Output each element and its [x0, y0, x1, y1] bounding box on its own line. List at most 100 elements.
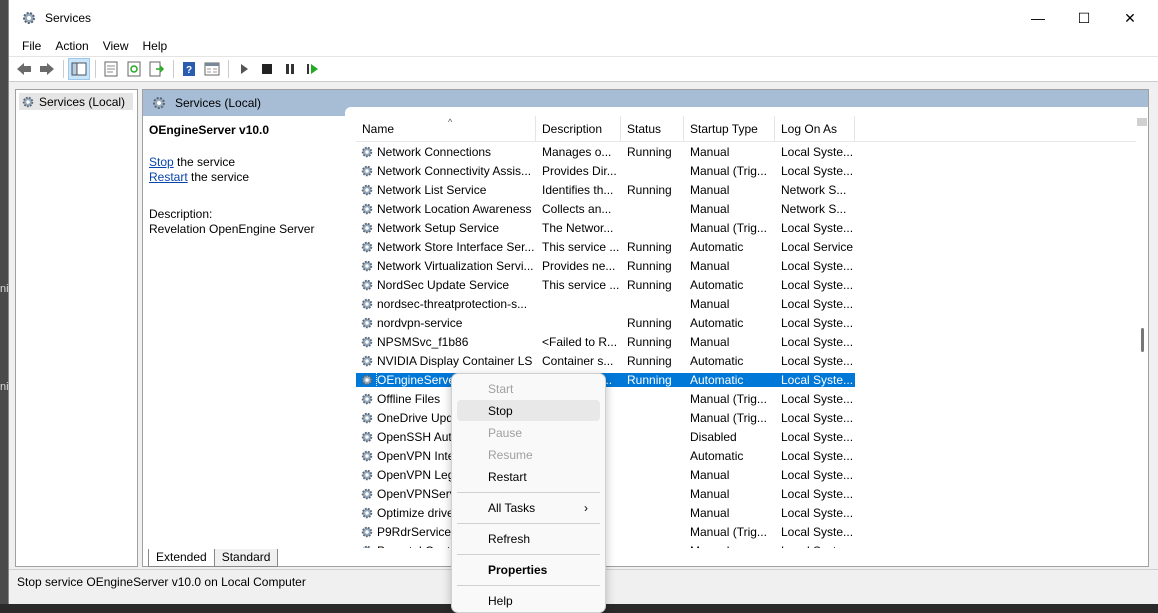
- service-gear-icon: [361, 336, 373, 347]
- service-name: Network Store Interface Ser...: [356, 240, 536, 254]
- start-icon[interactable]: [233, 58, 255, 80]
- maximize-button[interactable]: ☐: [1061, 0, 1107, 36]
- service-startup-type: Manual (Trig...: [690, 163, 767, 178]
- stop-icon[interactable]: [256, 58, 278, 80]
- scroll-up-icon[interactable]: [1137, 118, 1147, 126]
- service-gear-icon: [361, 431, 373, 442]
- service-name-label: Network Connections: [377, 144, 492, 159]
- table-row[interactable]: NordSec Update Service This service ... Ru…: [356, 275, 855, 294]
- service-gear-icon: [361, 165, 373, 176]
- menu-item-all-tasks-label: All Tasks: [488, 500, 536, 515]
- service-description-cell: Identifies th...: [542, 182, 614, 197]
- service-description-cell: This service ...: [542, 277, 620, 292]
- table-row[interactable]: Network Connections Manages o... Running Ma…: [356, 142, 855, 161]
- table-row[interactable]: Network Virtualization Servi... Provides …: [356, 256, 855, 275]
- service-log-on-as: Local Syste...: [775, 372, 855, 387]
- forward-icon[interactable]: [36, 58, 58, 80]
- back-icon[interactable]: [13, 58, 35, 80]
- service-startup-type: Automatic: [690, 353, 744, 368]
- menu-item-restart[interactable]: Restart: [457, 466, 600, 487]
- service-log-on-as: Local Syste...: [781, 258, 854, 273]
- service-gear-icon: [362, 545, 372, 548]
- table-row[interactable]: NPSMSvc_f1b86 <Failed to R... Running Manua…: [356, 332, 855, 351]
- minimize-button[interactable]: —: [1015, 0, 1061, 36]
- menu-view[interactable]: View: [96, 39, 136, 53]
- service-name: nordvpn-service: [356, 316, 536, 330]
- service-startup-type: Disabled: [690, 429, 737, 444]
- service-gear-icon: [361, 488, 373, 499]
- table-row[interactable]: Network Store Interface Ser... This servi…: [356, 237, 855, 256]
- menu-file[interactable]: File: [15, 39, 48, 53]
- restart-service-suffix: the service: [187, 170, 250, 184]
- tree-node-services-local[interactable]: Services (Local): [19, 93, 133, 110]
- table-row[interactable]: nordsec-threatprotection-s... Manual Local…: [356, 294, 855, 313]
- menu-item-refresh[interactable]: Refresh: [457, 528, 600, 549]
- list-header: Name Description Status Startup Type Log…: [356, 116, 1136, 142]
- service-log-on-as: Local Syste...: [781, 220, 854, 235]
- menu-bar: File Action View Help: [9, 36, 1158, 56]
- service-description: Revelation OpenEngine Server: [149, 222, 315, 236]
- service-log-on-as: Local Syste...: [781, 144, 854, 159]
- table-row[interactable]: Network Setup Service The Networ... Manual…: [356, 218, 855, 237]
- service-gear-icon: [361, 222, 373, 233]
- table-row[interactable]: NVIDIA Display Container LS Container s..…: [356, 351, 855, 370]
- menu-help[interactable]: Help: [136, 39, 175, 53]
- help-icon[interactable]: ?: [178, 58, 200, 80]
- export-icon[interactable]: [146, 58, 168, 80]
- service-startup-type: Manual: [690, 144, 730, 159]
- column-header-status[interactable]: Status: [621, 116, 684, 142]
- service-gear-icon: [361, 203, 373, 214]
- service-name-label: Network Setup Service: [377, 220, 500, 235]
- tab-extended[interactable]: Extended: [148, 549, 215, 567]
- close-button[interactable]: ✕: [1107, 0, 1153, 36]
- menu-item-stop[interactable]: Stop: [457, 400, 600, 421]
- pause-icon[interactable]: [279, 58, 301, 80]
- menu-item-properties[interactable]: Properties: [457, 559, 600, 580]
- scroll-thumb[interactable]: [1141, 328, 1144, 352]
- column-header-description[interactable]: Description: [536, 116, 621, 142]
- menu-item-all-tasks[interactable]: All Tasks ›: [457, 497, 600, 518]
- toolbar-separator: [173, 60, 174, 78]
- restart-icon[interactable]: [302, 58, 324, 80]
- service-description-cell: The Networ...: [542, 220, 614, 235]
- refresh-icon[interactable]: [123, 58, 145, 80]
- service-gear-icon: [361, 279, 373, 290]
- properties-icon[interactable]: [100, 58, 122, 80]
- service-log-on-as: Local Syste...: [781, 448, 854, 463]
- vertical-scrollbar[interactable]: [1136, 116, 1148, 548]
- service-log-on-as: Local Syste...: [775, 544, 855, 549]
- svg-text:?: ?: [186, 65, 192, 76]
- show-tree-icon[interactable]: [68, 58, 90, 80]
- stop-service-link[interactable]: Stop: [149, 155, 174, 169]
- service-description-cell: Provides ne...: [542, 258, 616, 273]
- service-name: NPSMSvc_f1b86: [356, 335, 536, 349]
- service-log-on-as: Local Syste...: [781, 315, 854, 330]
- service-startup-type: Manual (Trig...: [690, 524, 767, 539]
- service-log-on-as: Local Syste...: [781, 353, 854, 368]
- service-gear-icon: [361, 507, 373, 518]
- table-row[interactable]: Network List Service Identifies th... Runn…: [356, 180, 855, 199]
- column-header-startup-type[interactable]: Startup Type: [684, 116, 775, 142]
- table-row[interactable]: nordvpn-service Running Automatic Local Sys…: [356, 313, 855, 332]
- tab-standard[interactable]: Standard: [213, 549, 279, 567]
- service-log-on-as: Local Syste...: [781, 429, 854, 444]
- service-name-label: Network Virtualization Servi...: [377, 258, 534, 273]
- service-startup-type: Manual: [690, 505, 730, 520]
- column-header-name[interactable]: Name: [356, 116, 536, 142]
- console-icon[interactable]: [201, 58, 223, 80]
- service-name: Network Setup Service: [356, 221, 536, 235]
- service-log-on-as: Local Syste...: [781, 277, 854, 292]
- service-name-label: NordSec Update Service: [377, 277, 510, 292]
- restart-service-link[interactable]: Restart: [149, 170, 188, 184]
- service-log-on-as: Local Syste...: [781, 524, 854, 539]
- menu-item-help[interactable]: Help: [457, 590, 600, 611]
- column-header-log-on-as[interactable]: Log On As: [775, 116, 855, 142]
- menu-action[interactable]: Action: [48, 39, 95, 53]
- service-name-label: NPSMSvc_f1b86: [377, 334, 469, 349]
- table-row[interactable]: Network Location Awareness Collects an...…: [356, 199, 855, 218]
- title-bar[interactable]: Services — ☐ ✕: [9, 0, 1158, 36]
- table-row[interactable]: Network Connectivity Assis... Provides Di…: [356, 161, 855, 180]
- service-name: Network Location Awareness: [356, 202, 536, 216]
- service-name: Network Connections: [356, 145, 536, 159]
- service-status: Running: [627, 144, 672, 159]
